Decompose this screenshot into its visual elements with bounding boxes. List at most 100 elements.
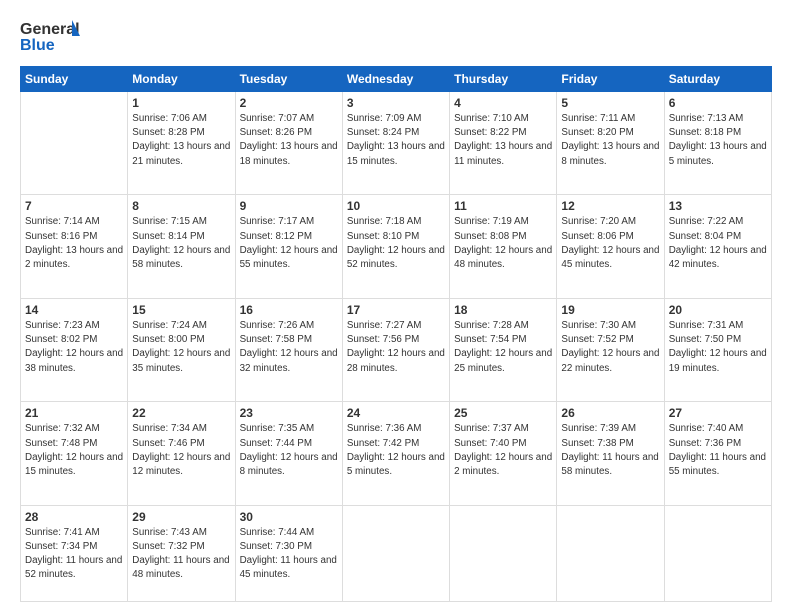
day-number: 27 [669,406,767,420]
calendar-cell: 15 Sunrise: 7:24 AM Sunset: 8:00 PM Dayli… [128,298,235,401]
calendar-cell: 5 Sunrise: 7:11 AM Sunset: 8:20 PM Daylig… [557,92,664,195]
calendar-week-row: 21 Sunrise: 7:32 AM Sunset: 7:48 PM Dayli… [21,402,772,505]
day-info: Sunrise: 7:43 AM Sunset: 7:32 PM Dayligh… [132,526,230,583]
svg-text:General: General [20,21,80,38]
day-info: Sunrise: 7:15 AM Sunset: 8:14 PM Dayligh… [132,215,230,272]
calendar-cell: 8 Sunrise: 7:15 AM Sunset: 8:14 PM Daylig… [128,195,235,298]
day-info: Sunrise: 7:09 AM Sunset: 8:24 PM Dayligh… [347,112,445,169]
calendar-cell: 13 Sunrise: 7:22 AM Sunset: 8:04 PM Dayli… [664,195,771,298]
calendar-cell: 17 Sunrise: 7:27 AM Sunset: 7:56 PM Dayli… [342,298,449,401]
day-info: Sunrise: 7:14 AM Sunset: 8:16 PM Dayligh… [25,215,123,272]
day-info: Sunrise: 7:06 AM Sunset: 8:28 PM Dayligh… [132,112,230,169]
day-number: 28 [25,510,123,524]
day-number: 9 [240,199,338,213]
day-number: 15 [132,303,230,317]
calendar-cell: 10 Sunrise: 7:18 AM Sunset: 8:10 PM Dayli… [342,195,449,298]
calendar-cell: 3 Sunrise: 7:09 AM Sunset: 8:24 PM Daylig… [342,92,449,195]
calendar-cell: 9 Sunrise: 7:17 AM Sunset: 8:12 PM Daylig… [235,195,342,298]
day-number: 8 [132,199,230,213]
day-number: 30 [240,510,338,524]
day-number: 10 [347,199,445,213]
day-number: 26 [561,406,659,420]
calendar-cell: 19 Sunrise: 7:30 AM Sunset: 7:52 PM Dayli… [557,298,664,401]
calendar-week-row: 1 Sunrise: 7:06 AM Sunset: 8:28 PM Daylig… [21,92,772,195]
day-info: Sunrise: 7:13 AM Sunset: 8:18 PM Dayligh… [669,112,767,169]
day-number: 5 [561,96,659,110]
day-info: Sunrise: 7:41 AM Sunset: 7:34 PM Dayligh… [25,526,123,583]
calendar-table: SundayMondayTuesdayWednesdayThursdayFrid… [20,66,772,602]
calendar-cell [21,92,128,195]
calendar-cell: 2 Sunrise: 7:07 AM Sunset: 8:26 PM Daylig… [235,92,342,195]
calendar-cell: 1 Sunrise: 7:06 AM Sunset: 8:28 PM Daylig… [128,92,235,195]
calendar-cell: 16Sunrise: 7:26 AM Sunset: 7:58 PM Dayli… [235,298,342,401]
weekday-header-sunday: Sunday [21,67,128,92]
calendar-cell: 14 Sunrise: 7:23 AM Sunset: 8:02 PM Dayli… [21,298,128,401]
weekday-header-thursday: Thursday [450,67,557,92]
calendar-week-row: 7Sunrise: 7:14 AM Sunset: 8:16 PM Daylig… [21,195,772,298]
day-info: Sunrise: 7:30 AM Sunset: 7:52 PM Dayligh… [561,319,659,376]
day-number: 14 [25,303,123,317]
day-number: 25 [454,406,552,420]
day-info: Sunrise: 7:10 AM Sunset: 8:22 PM Dayligh… [454,112,552,169]
day-number: 17 [347,303,445,317]
day-number: 11 [454,199,552,213]
day-number: 1 [132,96,230,110]
day-number: 12 [561,199,659,213]
calendar-cell: 20 Sunrise: 7:31 AM Sunset: 7:50 PM Dayli… [664,298,771,401]
calendar-week-row: 14 Sunrise: 7:23 AM Sunset: 8:02 PM Dayli… [21,298,772,401]
day-number: 23 [240,406,338,420]
day-info: Sunrise: 7:19 AM Sunset: 8:08 PM Dayligh… [454,215,552,272]
day-number: 4 [454,96,552,110]
calendar-cell: 6 Sunrise: 7:13 AM Sunset: 8:18 PM Daylig… [664,92,771,195]
day-number: 13 [669,199,767,213]
day-info: Sunrise: 7:34 AM Sunset: 7:46 PM Dayligh… [132,422,230,479]
day-info: Sunrise: 7:11 AM Sunset: 8:20 PM Dayligh… [561,112,659,169]
day-info: Sunrise: 7:17 AM Sunset: 8:12 PM Dayligh… [240,215,338,272]
page: GeneralBlue SundayMondayTuesdayWednesday… [0,0,792,612]
calendar-cell: 26Sunrise: 7:39 AM Sunset: 7:38 PM Dayli… [557,402,664,505]
day-info: Sunrise: 7:32 AM Sunset: 7:48 PM Dayligh… [25,422,123,479]
day-info: Sunrise: 7:24 AM Sunset: 8:00 PM Dayligh… [132,319,230,376]
day-info: Sunrise: 7:18 AM Sunset: 8:10 PM Dayligh… [347,215,445,272]
day-number: 20 [669,303,767,317]
calendar-cell: 7Sunrise: 7:14 AM Sunset: 8:16 PM Daylig… [21,195,128,298]
day-number: 16 [240,303,338,317]
calendar-cell: 22 Sunrise: 7:34 AM Sunset: 7:46 PM Dayli… [128,402,235,505]
day-number: 18 [454,303,552,317]
calendar-cell: 30 Sunrise: 7:44 AM Sunset: 7:30 PM Dayli… [235,505,342,601]
day-info: Sunrise: 7:27 AM Sunset: 7:56 PM Dayligh… [347,319,445,376]
weekday-header-monday: Monday [128,67,235,92]
day-info: Sunrise: 7:22 AM Sunset: 8:04 PM Dayligh… [669,215,767,272]
calendar-cell: 24Sunrise: 7:36 AM Sunset: 7:42 PM Dayli… [342,402,449,505]
day-info: Sunrise: 7:44 AM Sunset: 7:30 PM Dayligh… [240,526,338,583]
day-number: 19 [561,303,659,317]
day-number: 2 [240,96,338,110]
calendar-cell: 28 Sunrise: 7:41 AM Sunset: 7:34 PM Dayli… [21,505,128,601]
calendar-cell [664,505,771,601]
calendar-cell: 21 Sunrise: 7:32 AM Sunset: 7:48 PM Dayli… [21,402,128,505]
header: GeneralBlue [20,18,772,56]
day-info: Sunrise: 7:07 AM Sunset: 8:26 PM Dayligh… [240,112,338,169]
calendar-cell [342,505,449,601]
day-info: Sunrise: 7:31 AM Sunset: 7:50 PM Dayligh… [669,319,767,376]
day-number: 3 [347,96,445,110]
weekday-header-tuesday: Tuesday [235,67,342,92]
calendar-cell [557,505,664,601]
calendar-cell: 25Sunrise: 7:37 AM Sunset: 7:40 PM Dayli… [450,402,557,505]
day-number: 21 [25,406,123,420]
calendar-week-row: 28 Sunrise: 7:41 AM Sunset: 7:34 PM Dayli… [21,505,772,601]
calendar-cell: 29Sunrise: 7:43 AM Sunset: 7:32 PM Dayli… [128,505,235,601]
day-info: Sunrise: 7:20 AM Sunset: 8:06 PM Dayligh… [561,215,659,272]
calendar-cell [450,505,557,601]
calendar-cell: 11 Sunrise: 7:19 AM Sunset: 8:08 PM Dayli… [450,195,557,298]
weekday-header-row: SundayMondayTuesdayWednesdayThursdayFrid… [21,67,772,92]
calendar-cell: 23Sunrise: 7:35 AM Sunset: 7:44 PM Dayli… [235,402,342,505]
weekday-header-wednesday: Wednesday [342,67,449,92]
calendar-cell: 4 Sunrise: 7:10 AM Sunset: 8:22 PM Daylig… [450,92,557,195]
day-number: 22 [132,406,230,420]
logo-svg: GeneralBlue [20,18,80,56]
day-info: Sunrise: 7:23 AM Sunset: 8:02 PM Dayligh… [25,319,123,376]
day-number: 6 [669,96,767,110]
logo: GeneralBlue [20,18,80,56]
calendar-cell: 27Sunrise: 7:40 AM Sunset: 7:36 PM Dayli… [664,402,771,505]
